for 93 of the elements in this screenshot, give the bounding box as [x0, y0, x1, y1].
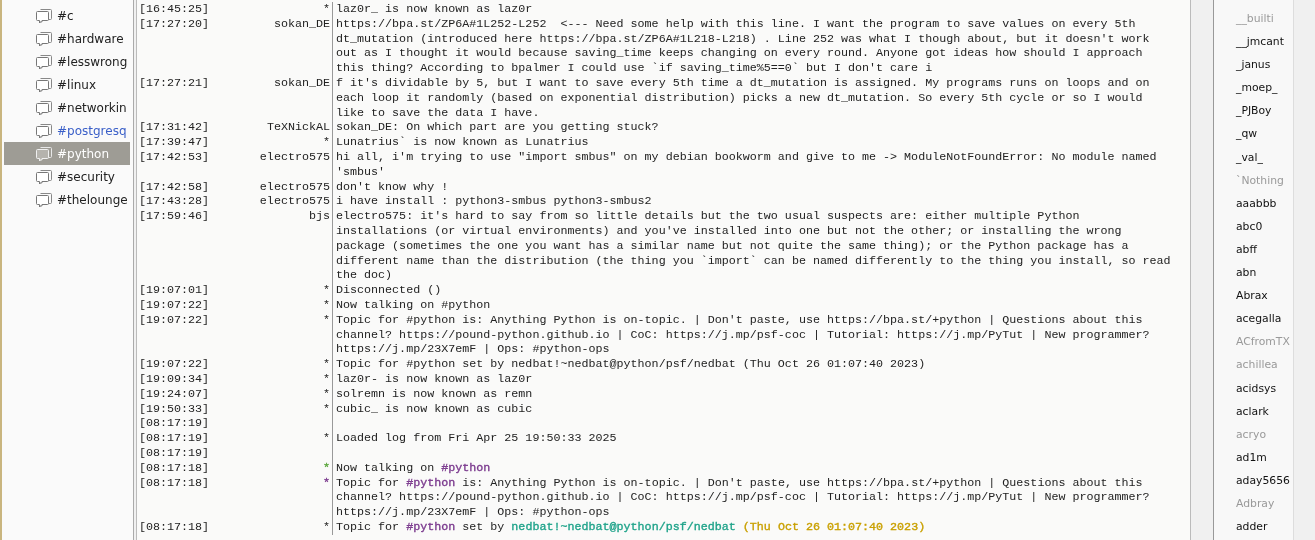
user-item[interactable]: Abrax — [1236, 284, 1293, 308]
channel-item[interactable]: #thelounge — [4, 188, 130, 211]
speech-bubble-icon — [36, 30, 53, 47]
user-item[interactable]: abc0 — [1236, 214, 1293, 238]
event-marker: * — [323, 297, 330, 312]
event-marker: * — [323, 135, 330, 150]
timestamp: [17:27:21] — [139, 76, 210, 90]
timestamp: [19:07:22] — [139, 312, 210, 327]
user-item[interactable]: acegalla — [1236, 307, 1293, 331]
channel-item[interactable]: #lesswrong — [4, 50, 130, 73]
event-marker: * — [323, 371, 330, 386]
message-text: laz0r_ is now known as laz0r — [336, 2, 534, 17]
message-text: solremn is now known as remn — [336, 386, 534, 402]
user-item[interactable]: abff — [1236, 237, 1293, 262]
timestamp: [19:09:34] — [139, 371, 210, 386]
timestamp: [16:45:25] — [139, 2, 210, 16]
event-marker: * — [323, 357, 330, 372]
speech-bubble-icon — [36, 145, 53, 162]
timestamp: [08:17:19] — [139, 416, 210, 431]
nickname: sokan_DE — [273, 16, 330, 31]
timestamp: [08:17:18] — [139, 475, 210, 490]
timestamp: [19:24:07] — [139, 386, 210, 401]
event-marker: * — [323, 312, 330, 327]
channel-item[interactable]: #c — [4, 4, 130, 27]
user-item[interactable]: abn — [1236, 261, 1293, 285]
channel-item[interactable]: #security — [4, 165, 130, 188]
channel-item[interactable]: #postgresq — [4, 119, 130, 142]
nickname: TeXNickAL — [266, 120, 330, 135]
user-item[interactable]: acidsys — [1236, 376, 1293, 400]
message-text: don't know why ! — [336, 179, 450, 195]
user-item[interactable]: aclark — [1236, 399, 1293, 423]
timestamp: [17:43:28] — [139, 194, 210, 209]
speech-bubble-icon — [36, 7, 53, 24]
message-text: Lunatrius` is now known as Lunatrius — [336, 135, 590, 150]
message-text: Now talking on #python — [336, 460, 492, 476]
speech-bubble-icon — [36, 168, 53, 185]
nickname: bjs — [308, 209, 330, 224]
event-marker: * — [323, 283, 330, 298]
channel-item[interactable]: #networkin — [4, 96, 130, 119]
message-text: i have install : python3-smbus python3-smbus2 — [336, 194, 653, 210]
message-text: Disconnected () — [336, 283, 443, 298]
speech-bubble-icon — [36, 122, 53, 139]
channel-item[interactable]: #linux — [4, 73, 130, 96]
timestamp: [19:07:22] — [139, 297, 210, 312]
timestamp: [08:17:19] — [139, 445, 210, 460]
event-marker: * — [323, 2, 330, 16]
message-text: f it's dividable by 5, but I want to save every 5th time a dt_mutation is assigned. My programs runs on loops and on each loop it randomly (based on exponential distribution) picks a new dt_mutation. So every 5th cycle or so I would like to save the data I have. — [336, 76, 1151, 121]
timestamp: [19:07:22] — [139, 357, 210, 372]
message-text: Topic for #python set by nedbat!~nedbat@python/psf/nedbat (Thu Oct 26 01:07:40 2023) — [336, 357, 927, 372]
message-text: laz0r- is now known as laz0r — [336, 371, 534, 387]
message-text: Topic for #python is: Anything Python is on-topic. | Don't paste, use https://bpa.st/+python | Questions about this channel? https://pound-python.github.io | CoC: https://j.mp/psf-coc | Tutorial: https://j.mp/PyTut | New programmer? https://j.mp/23X7emF | Ops: #python-ops — [336, 312, 1151, 358]
speech-bubble-icon — [36, 191, 53, 208]
timestamp: [08:17:18] — [139, 519, 210, 534]
user-item[interactable]: adder — [1236, 515, 1293, 539]
event-marker: * — [323, 386, 330, 401]
timestamp: [19:50:33] — [139, 401, 210, 416]
timestamp: [08:17:18] — [139, 460, 210, 475]
event-marker: * — [323, 401, 330, 416]
timestamp: [17:27:20] — [139, 16, 210, 31]
timestamp: [08:17:19] — [139, 431, 210, 446]
user-item[interactable]: _val_ — [1236, 145, 1293, 169]
user-item[interactable]: _qw — [1236, 122, 1293, 146]
nickname: sokan_DE — [273, 76, 330, 90]
timestamp: [17:59:46] — [139, 209, 210, 224]
message-text: cubic_ is now known as cubic — [336, 401, 534, 417]
speech-bubble-icon — [36, 76, 53, 93]
nickname: electro575 — [259, 194, 330, 209]
timestamp: [17:39:47] — [139, 135, 210, 150]
timestamp: [19:07:01] — [139, 283, 210, 298]
speech-bubble-icon — [36, 53, 53, 70]
user-item[interactable]: aday5656 — [1236, 468, 1293, 492]
user-item[interactable]: _PJBoy — [1236, 99, 1293, 123]
message-text: Loaded log from Fri Apr 25 19:50:33 2025 — [336, 431, 618, 446]
event-marker: * — [323, 460, 330, 475]
user-item[interactable]: _janus — [1236, 53, 1293, 77]
nickname: electro575 — [259, 149, 330, 164]
event-marker: * — [323, 475, 330, 490]
event-marker: * — [323, 431, 330, 446]
nickname: electro575 — [259, 179, 330, 194]
user-item[interactable]: _moep_ — [1236, 76, 1293, 100]
user-item[interactable]: __jmcant — [1236, 30, 1293, 54]
message-text: electro575: it's hard to say from so little details but the two usual suspects are: either multiple Python installations (or virtual environments) and you've installed into one but not the other; or installing the wrong package (sometimes the one you want has a similar name but not quite the same thing); or the Python package has a different name than the distribution (the thing you `import` can be named differently to the thing you install, so read the doc) — [336, 209, 1172, 284]
message-text: Topic for #python set by nedbat!~nedbat@python/psf/nedbat (Thu Oct 26 01:07:40 2023) — [336, 519, 927, 535]
user-item[interactable]: aaabbb — [1236, 191, 1293, 215]
message-text: Now talking on #python — [336, 297, 492, 313]
speech-bubble-icon — [36, 99, 53, 116]
timestamp: [17:42:53] — [139, 149, 210, 164]
user-item[interactable]: ad1m — [1236, 445, 1293, 469]
timestamp: [17:42:58] — [139, 179, 210, 194]
event-marker: * — [323, 519, 330, 534]
timestamp: [17:31:42] — [139, 120, 210, 135]
message-text: sokan_DE: On which part are you getting stuck? — [336, 120, 660, 136]
channel-item[interactable]: #hardware — [4, 27, 130, 50]
